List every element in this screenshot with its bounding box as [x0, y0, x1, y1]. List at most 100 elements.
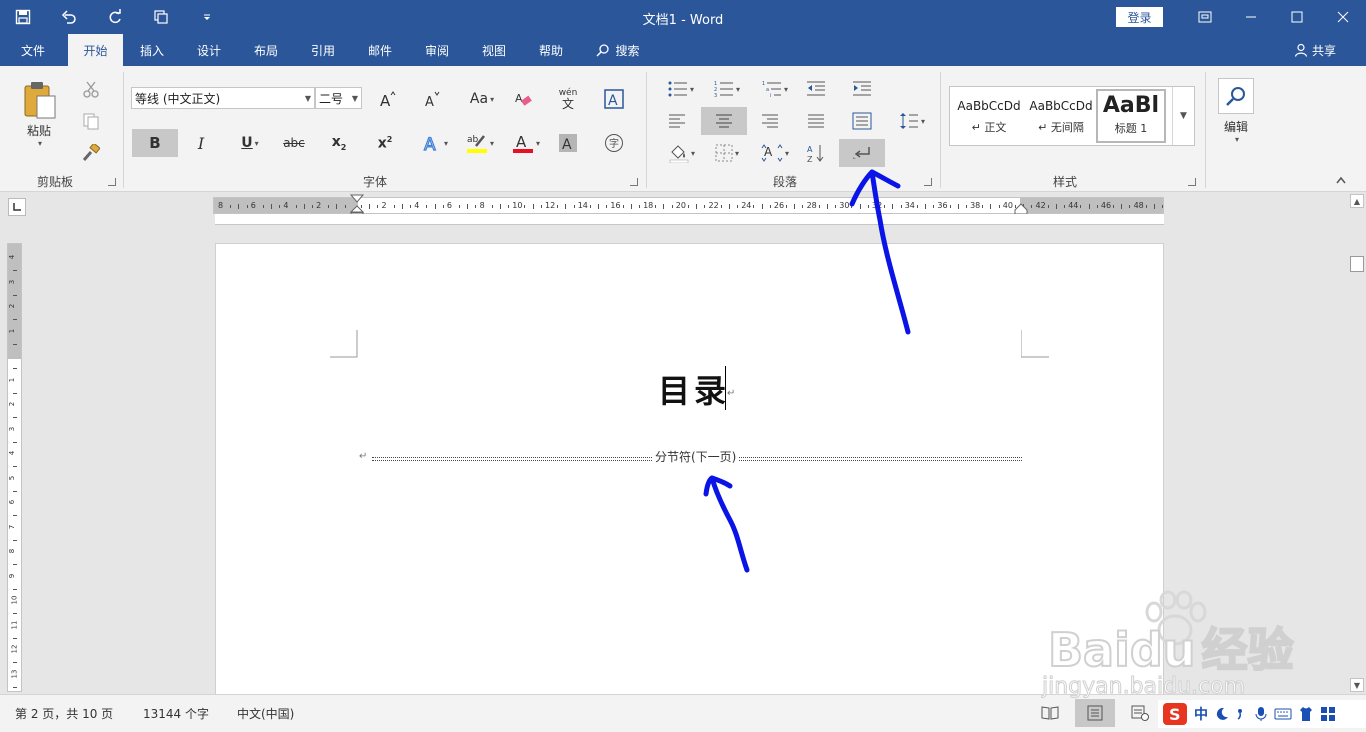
sort-button[interactable]: AZ	[803, 140, 829, 166]
shading-button[interactable]: ▾	[664, 140, 700, 166]
tab-home[interactable]: 开始	[68, 34, 123, 66]
scroll-thumb[interactable]	[1350, 256, 1364, 272]
redo-button[interactable]	[92, 0, 138, 34]
read-mode-button[interactable]	[1030, 699, 1070, 727]
style-no-spacing[interactable]: AaBbCcDd ↵ 无间隔	[1025, 89, 1097, 143]
save-button[interactable]	[0, 0, 46, 34]
styles-launcher-button[interactable]	[1188, 178, 1196, 186]
ime-toolbar[interactable]: S 中	[1158, 700, 1366, 728]
web-layout-button[interactable]	[1120, 699, 1160, 727]
tab-mailings[interactable]: 邮件	[356, 34, 404, 66]
keyboard-icon[interactable]	[1274, 707, 1292, 721]
chinese-layout-button[interactable]: A ▾	[757, 140, 793, 166]
subscript-icon: x2	[331, 134, 347, 152]
grow-font-button[interactable]: A	[374, 86, 400, 112]
font-launcher-button[interactable]	[630, 178, 638, 186]
touch-mode-button[interactable]	[138, 0, 184, 34]
paragraph-mark: ↵	[359, 451, 368, 462]
maximize-button[interactable]	[1274, 0, 1320, 34]
moon-icon[interactable]	[1214, 706, 1230, 722]
superscript-button[interactable]: x2	[372, 129, 398, 157]
tab-references[interactable]: 引用	[299, 34, 347, 66]
tab-selector-button[interactable]	[8, 198, 26, 216]
style-heading-1[interactable]: AaBl 标题 1	[1096, 89, 1166, 143]
word-count[interactable]: 13144 个字	[143, 705, 209, 722]
show-hide-marks-button[interactable]	[839, 139, 885, 167]
line-spacing-button[interactable]: ▾	[895, 108, 929, 134]
tab-search[interactable]: 搜索	[588, 34, 648, 66]
paragraph-launcher-button[interactable]	[924, 178, 932, 186]
format-painter-button[interactable]	[78, 140, 104, 166]
tab-review[interactable]: 审阅	[413, 34, 461, 66]
text-effects-button[interactable]: A ▾	[418, 129, 452, 157]
justify-button[interactable]	[803, 108, 829, 134]
change-case-button[interactable]: Aa ▾	[464, 86, 500, 112]
clear-formatting-button[interactable]: A	[510, 86, 536, 112]
tab-file[interactable]: 文件	[10, 34, 56, 66]
clipboard-launcher-button[interactable]	[108, 178, 116, 186]
ime-mode[interactable]: 中	[1194, 704, 1208, 724]
style-normal[interactable]: AaBbCcDd ↵ 正文	[953, 89, 1025, 143]
font-color-button[interactable]: A ▾	[507, 129, 545, 157]
bullets-button[interactable]: ▾	[663, 76, 699, 102]
phonetic-guide-button[interactable]: wén 文	[555, 86, 581, 112]
vertical-ruler[interactable]: 4 3 2 1 1 2 3 4 5 6 7 8 9 10 11 12 13	[7, 243, 22, 692]
tab-layout[interactable]: 布局	[242, 34, 290, 66]
shrink-font-button[interactable]: A	[418, 86, 444, 112]
enclose-characters-button[interactable]: 字	[601, 129, 627, 157]
multilevel-list-button[interactable]: 1 a i ▾	[757, 76, 793, 102]
character-shading-button[interactable]: A	[555, 129, 581, 157]
align-center-button[interactable]	[701, 107, 747, 135]
previous-page-edge	[215, 214, 1164, 225]
character-border-button[interactable]: A	[601, 86, 627, 112]
decrease-indent-button[interactable]	[803, 76, 829, 102]
collapse-ribbon-button[interactable]	[1336, 176, 1346, 187]
undo-button[interactable]	[46, 0, 92, 34]
editing-button[interactable]: 编辑 ▾	[1214, 76, 1258, 146]
increase-indent-button[interactable]	[849, 76, 875, 102]
copy-icon	[83, 113, 99, 130]
document-page[interactable]	[215, 243, 1164, 695]
login-button[interactable]: 登录	[1116, 7, 1163, 27]
skin-icon[interactable]	[1298, 706, 1314, 722]
close-button[interactable]	[1320, 0, 1366, 34]
vertical-scrollbar[interactable]: ▲ ▼	[1348, 192, 1366, 694]
borders-button[interactable]: ▾	[709, 140, 745, 166]
tab-view[interactable]: 视图	[470, 34, 518, 66]
italic-button[interactable]: I	[188, 129, 214, 157]
highlight-color-button[interactable]: ab ▾	[461, 129, 499, 157]
page-count[interactable]: 第 2 页，共 10 页	[15, 705, 113, 722]
scroll-down-button[interactable]: ▼	[1350, 678, 1364, 692]
copy-button[interactable]	[78, 108, 104, 134]
scroll-up-button[interactable]: ▲	[1350, 194, 1364, 208]
cut-button[interactable]	[78, 76, 104, 102]
styles-more-button[interactable]: ▼	[1172, 87, 1194, 145]
align-right-button[interactable]	[757, 108, 783, 134]
microphone-icon[interactable]	[1254, 706, 1268, 722]
ruler-label: 4	[414, 201, 420, 210]
strikethrough-button[interactable]: abc	[279, 129, 309, 157]
toc-heading[interactable]: 目录	[658, 366, 730, 412]
tab-help[interactable]: 帮助	[527, 34, 575, 66]
underline-button[interactable]: U ▾	[230, 129, 270, 157]
tab-insert[interactable]: 插入	[128, 34, 176, 66]
ruler-tick	[271, 203, 273, 209]
share-button[interactable]: 共享	[1294, 34, 1336, 66]
font-size-combo[interactable]: 二号 ▼	[315, 87, 362, 109]
bold-button[interactable]: B	[132, 129, 178, 157]
font-name-combo[interactable]: 等线 (中文正文) ▼	[131, 87, 315, 109]
print-layout-button[interactable]	[1075, 699, 1115, 727]
punctuation-icon[interactable]	[1236, 706, 1248, 722]
distributed-button[interactable]	[849, 108, 875, 134]
customize-qat-button[interactable]	[184, 0, 230, 34]
toolbox-icon[interactable]	[1320, 706, 1336, 722]
tab-design[interactable]: 设计	[185, 34, 233, 66]
subscript-button[interactable]: x2	[326, 129, 352, 157]
language-status[interactable]: 中文(中国)	[237, 705, 294, 722]
numbering-button[interactable]: 1 2 3 ▾	[709, 76, 745, 102]
minimize-button[interactable]	[1228, 0, 1274, 34]
ribbon-display-options-button[interactable]	[1182, 0, 1228, 34]
align-left-button[interactable]	[664, 108, 690, 134]
paste-button[interactable]: 粘贴 ▾	[14, 74, 64, 154]
style-name: 标题 1	[1114, 122, 1148, 135]
